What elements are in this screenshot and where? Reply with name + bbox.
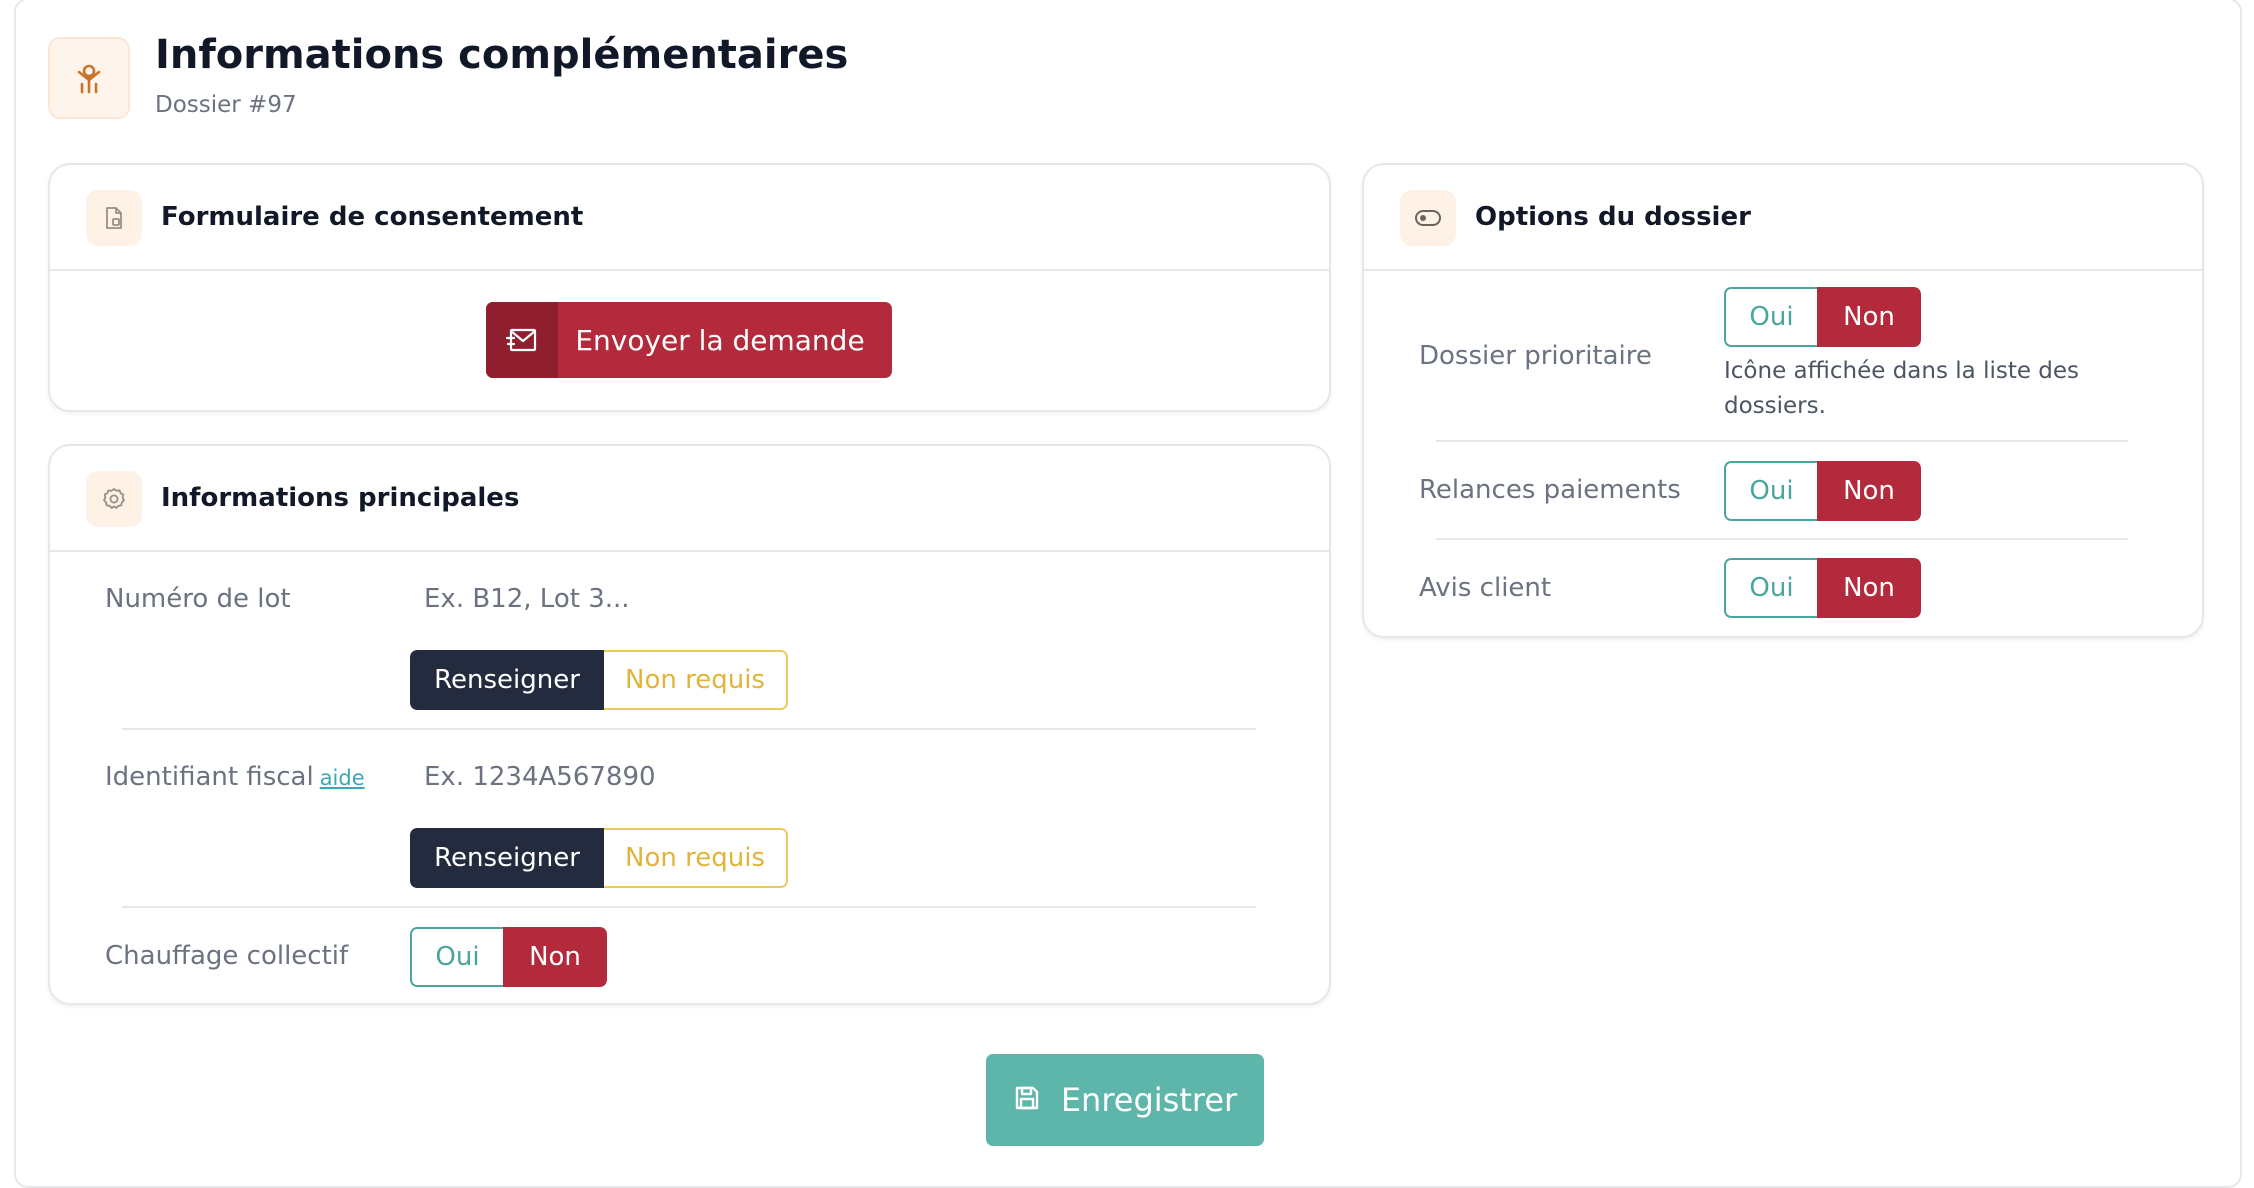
fiscal-help-link[interactable]: aide bbox=[320, 766, 365, 790]
client-review-no-button[interactable]: Non bbox=[1817, 558, 1921, 618]
lot-not-required-button[interactable]: Non requis bbox=[604, 650, 788, 710]
options-card-header: Options du dossier bbox=[1364, 165, 2202, 271]
fiscal-id-label-row: Identifiant fiscal aide bbox=[105, 762, 365, 792]
payment-reminders-yes-button[interactable]: Oui bbox=[1724, 461, 1817, 521]
lot-fill-button[interactable]: Renseigner bbox=[410, 650, 604, 710]
priority-hint: Icône affichée dans la liste des dossier… bbox=[1724, 358, 2080, 419]
consent-card-header: Formulaire de consentement bbox=[50, 165, 1329, 271]
main-info-card: Informations principales bbox=[48, 444, 1331, 1005]
fiscal-not-required-button[interactable]: Non requis bbox=[604, 828, 788, 888]
client-review-toggle: Oui Non bbox=[1724, 558, 1921, 618]
floppy-disk-icon bbox=[1013, 1084, 1041, 1116]
fiscal-id-label: Identifiant fiscal bbox=[105, 762, 314, 792]
envelope-send-icon bbox=[486, 302, 558, 378]
toggle-icon bbox=[1400, 190, 1456, 246]
main-info-card-header: Informations principales bbox=[50, 446, 1329, 552]
heating-no-button[interactable]: Non bbox=[503, 927, 607, 987]
divider bbox=[122, 728, 1256, 730]
send-request-label: Envoyer la demande bbox=[575, 323, 865, 357]
lot-number-toggle: Renseigner Non requis bbox=[410, 650, 788, 710]
payment-reminders-label: Relances paiements bbox=[1419, 475, 1681, 505]
divider bbox=[1436, 440, 2128, 442]
person-arms-icon bbox=[48, 37, 130, 119]
priority-toggle: Oui Non bbox=[1724, 287, 1921, 347]
lot-number-input[interactable]: Ex. B12, Lot 3... bbox=[424, 584, 630, 614]
heating-label: Chauffage collectif bbox=[105, 941, 349, 971]
priority-no-button[interactable]: Non bbox=[1817, 287, 1921, 347]
heating-toggle: Oui Non bbox=[410, 927, 607, 987]
fiscal-fill-button[interactable]: Renseigner bbox=[410, 828, 604, 888]
main-info-card-title: Informations principales bbox=[161, 483, 520, 513]
priority-yes-button[interactable]: Oui bbox=[1724, 287, 1817, 347]
payment-reminders-no-button[interactable]: Non bbox=[1817, 461, 1921, 521]
heating-yes-button[interactable]: Oui bbox=[410, 927, 503, 987]
fiscal-id-input[interactable]: Ex. 1234A567890 bbox=[424, 762, 656, 792]
divider bbox=[1436, 538, 2128, 540]
document-icon bbox=[86, 190, 142, 246]
consent-card-title: Formulaire de consentement bbox=[161, 202, 584, 232]
gear-icon bbox=[86, 471, 142, 527]
client-review-yes-button[interactable]: Oui bbox=[1724, 558, 1817, 618]
save-label: Enregistrer bbox=[1060, 1081, 1238, 1119]
payment-reminders-toggle: Oui Non bbox=[1724, 461, 1921, 521]
client-review-label: Avis client bbox=[1419, 573, 1552, 603]
divider bbox=[122, 906, 1256, 908]
options-card-title: Options du dossier bbox=[1475, 202, 1751, 232]
save-button[interactable]: Enregistrer bbox=[986, 1054, 1264, 1146]
send-request-button[interactable]: Envoyer la demande bbox=[486, 302, 892, 378]
fiscal-id-toggle: Renseigner Non requis bbox=[410, 828, 788, 888]
page-subtitle: Dossier #97 bbox=[155, 92, 297, 118]
page-title: Informations complémentaires bbox=[155, 32, 849, 78]
priority-label: Dossier prioritaire bbox=[1419, 341, 1652, 371]
lot-number-label: Numéro de lot bbox=[105, 584, 291, 614]
